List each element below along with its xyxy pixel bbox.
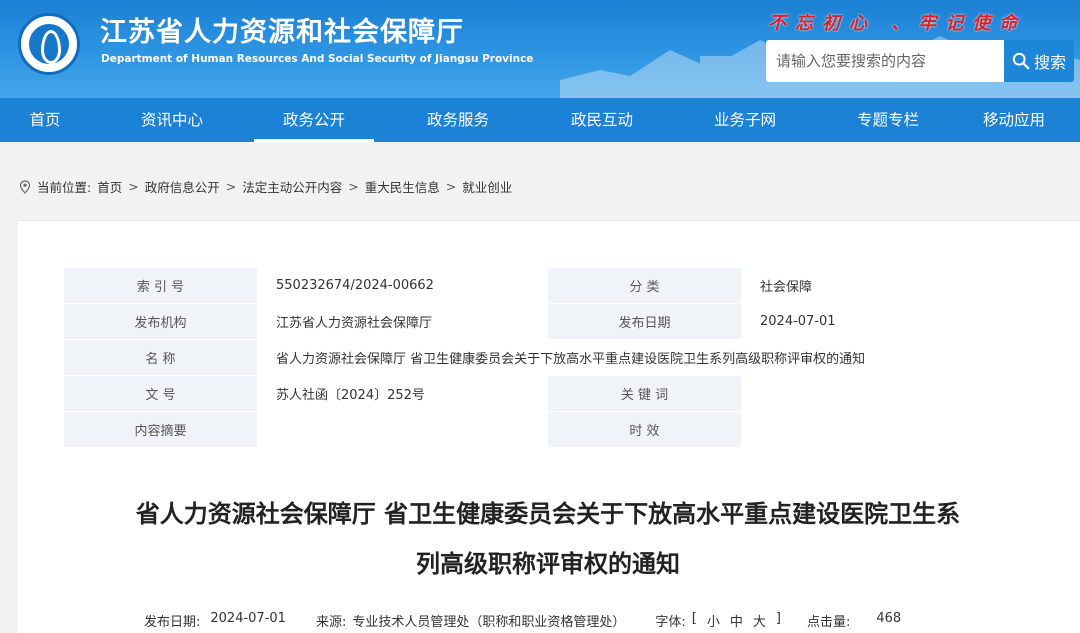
font-size-label: 字体: — [655, 615, 686, 630]
publisher-label: 发布机构 — [63, 303, 258, 340]
site-logo[interactable] — [18, 13, 80, 75]
nav-home[interactable]: 首页 — [0, 98, 90, 142]
document-meta-table: 索 引 号 550232674/2024-00662 分 类 社会保障 发布机构… — [63, 267, 1031, 448]
breadcrumb-separator: > — [225, 179, 237, 194]
nav-business-subnet[interactable]: 业务子网 — [662, 98, 828, 142]
summary-label: 内容摘要 — [63, 411, 258, 448]
name-value: 省人力资源社会保障厅 省卫生健康委员会关于下放高水平重点建设医院卫生系列高级职称… — [257, 339, 1031, 376]
nav-special-topics[interactable]: 专题专栏 — [828, 98, 948, 142]
publisher-value: 江苏省人力资源社会保障厅 — [257, 303, 548, 340]
article-title: 省人力资源社会保障厅 省卫生健康委员会关于下放高水平重点建设医院卫生系 列高级职… — [48, 489, 1048, 589]
summary-value — [257, 411, 548, 448]
nav-interaction[interactable]: 政民互动 — [542, 98, 662, 142]
source-value: 专业技术人员管理处（职称和职业资格管理处） — [352, 615, 626, 630]
article-meta: 发布日期: 2024-07-01 来源: 专业技术人员管理处（职称和职业资格管理… — [144, 611, 901, 630]
breadcrumb-separator: > — [128, 179, 139, 194]
font-medium-button[interactable]: 中 — [730, 611, 743, 630]
table-row: 文 号 苏人社函〔2024〕252号 关 键 词 — [63, 375, 1031, 412]
keywords-label: 关 键 词 — [547, 375, 742, 412]
site-header: 江苏省人力资源和社会保障厅 Department of Human Resour… — [0, 0, 1080, 98]
pub-date-label: 发布日期: — [144, 615, 201, 630]
index-value: 550232674/2024-00662 — [257, 267, 548, 304]
validity-label: 时 效 — [547, 411, 742, 448]
clicks-label: 点击量: — [806, 615, 851, 630]
date-label: 发布日期 — [547, 303, 742, 340]
doc-number-value: 苏人社函〔2024〕252号 — [257, 375, 548, 412]
main-nav: 首页 资讯中心 政务公开 政务服务 政民互动 业务子网 专题专栏 移动应用 — [0, 98, 1080, 142]
breadcrumb-gov-info[interactable]: 政府信息公开 — [145, 177, 220, 196]
breadcrumb-separator: > — [348, 179, 359, 194]
breadcrumb-legal-content[interactable]: 法定主动公开内容 — [242, 177, 342, 196]
breadcrumb-employment[interactable]: 就业创业 — [462, 177, 512, 196]
pub-date-value: 2024-07-01 — [210, 611, 286, 626]
name-label: 名 称 — [63, 339, 258, 376]
font-bracket-open: [ — [691, 611, 697, 626]
search-button[interactable]: 搜索 — [1004, 40, 1074, 82]
breadcrumb-livelihood[interactable]: 重大民生信息 — [365, 177, 440, 196]
category-label: 分 类 — [547, 267, 742, 304]
article-title-line-1: 省人力资源社会保障厅 省卫生健康委员会关于下放高水平重点建设医院卫生系 — [135, 500, 961, 528]
search-input[interactable] — [766, 40, 1004, 82]
clicks-value: 468 — [876, 611, 902, 626]
font-large-button[interactable]: 大 — [753, 611, 766, 630]
location-pin-icon — [19, 179, 31, 194]
table-row: 发布机构 江苏省人力资源社会保障厅 发布日期 2024-07-01 — [63, 303, 1031, 340]
font-small-button[interactable]: 小 — [707, 611, 720, 630]
table-row: 内容摘要 时 效 — [63, 411, 1031, 448]
search-icon — [1012, 52, 1030, 70]
validity-value — [741, 411, 1031, 448]
breadcrumb-separator: > — [445, 179, 457, 194]
font-bracket-close: ] — [775, 611, 781, 626]
table-row: 名 称 省人力资源社会保障厅 省卫生健康委员会关于下放高水平重点建设医院卫生系列… — [63, 339, 1031, 376]
article-title-line-2: 列高级职称评审权的通知 — [416, 550, 680, 578]
date-value: 2024-07-01 — [741, 303, 1031, 340]
breadcrumb-prefix: 当前位置: — [37, 180, 92, 195]
breadcrumb-home[interactable]: 首页 — [97, 177, 122, 196]
slogan: 不忘初心 、牢记使命 — [768, 13, 1027, 34]
source-label: 来源: — [315, 615, 347, 630]
table-row: 索 引 号 550232674/2024-00662 分 类 社会保障 — [63, 267, 1031, 304]
nav-news-center[interactable]: 资讯中心 — [90, 98, 254, 142]
search-button-label: 搜索 — [1033, 53, 1066, 72]
index-label: 索 引 号 — [63, 267, 258, 304]
site-title: 江苏省人力资源和社会保障厅 — [100, 17, 464, 48]
nav-mobile-apps[interactable]: 移动应用 — [948, 98, 1080, 142]
doc-number-label: 文 号 — [63, 375, 258, 412]
search-box — [766, 40, 1004, 82]
category-value: 社会保障 — [741, 267, 1031, 304]
page: 江苏省人力资源和社会保障厅 Department of Human Resour… — [0, 0, 1080, 633]
nav-government-services[interactable]: 政务服务 — [374, 98, 542, 142]
keywords-value — [741, 375, 1031, 412]
breadcrumb: 当前位置: 首页 > 政府信息公开 > 法定主动公开内容 > 重大民生信息 > … — [19, 177, 512, 196]
content-panel: 索 引 号 550232674/2024-00662 分 类 社会保障 发布机构… — [18, 220, 1080, 633]
site-subtitle: Department of Human Resources And Social… — [101, 53, 534, 65]
nav-government-affairs-open[interactable]: 政务公开 — [254, 98, 374, 142]
